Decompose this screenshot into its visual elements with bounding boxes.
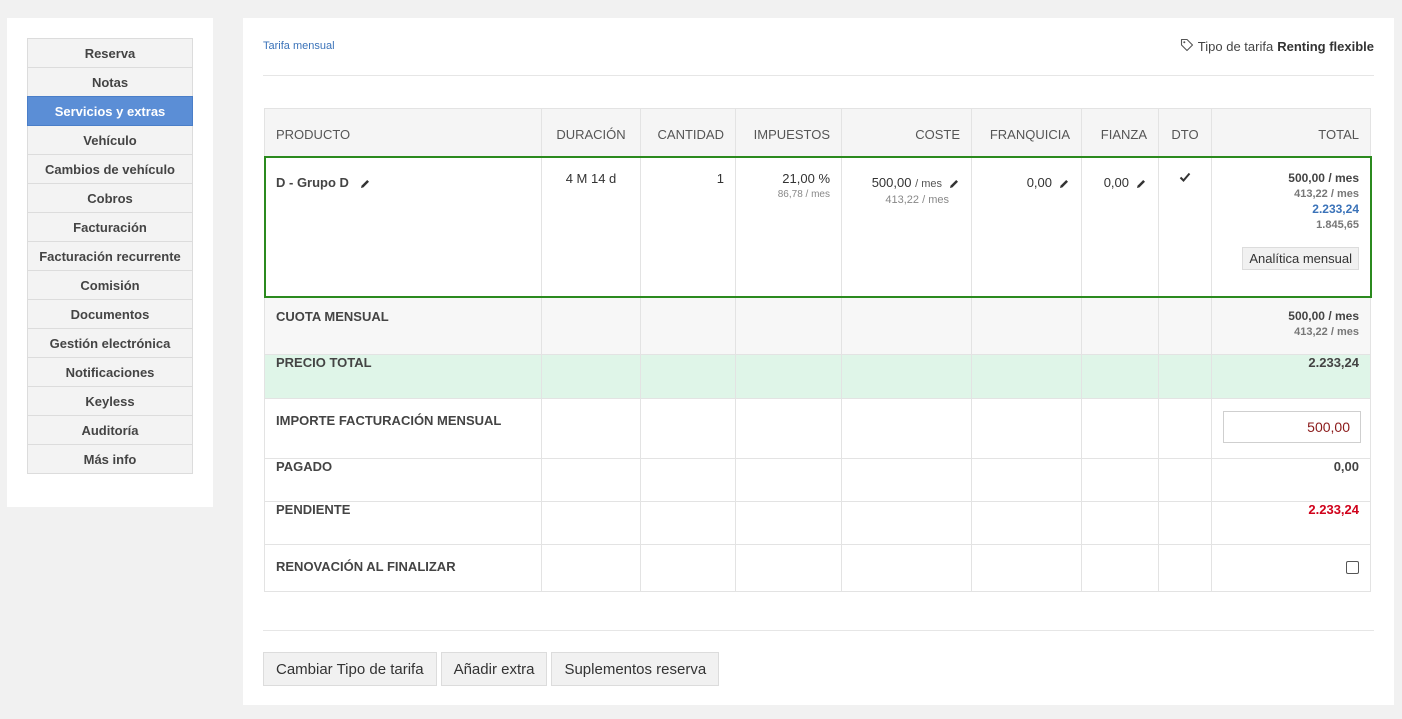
analitica-mensual-button[interactable]: Analítica mensual xyxy=(1242,247,1359,270)
cambiar-tipo-tarifa-button[interactable]: Cambiar Tipo de tarifa xyxy=(263,652,437,686)
sidebar-item-facturacion-recurrente[interactable]: Facturación recurrente xyxy=(27,241,193,271)
col-cantidad: CANTIDAD xyxy=(640,108,736,157)
col-producto: PRODUCTO xyxy=(264,108,542,157)
col-duracion: DURACIÓN xyxy=(541,108,641,157)
precio-total-value: 2.233,24 xyxy=(1211,354,1371,399)
sidebar-item-documentos[interactable]: Documentos xyxy=(27,299,193,329)
coste-cell: 500,00 / mes 413,22 / mes xyxy=(841,156,972,297)
col-dto: DTO xyxy=(1158,108,1212,157)
impuestos-per-mes: / mes xyxy=(805,189,830,200)
fianza-cell: 0,00 xyxy=(1081,156,1159,297)
pendiente-row: PENDIENTE 2.233,24 xyxy=(264,501,1371,545)
fianza-value: 0,00 xyxy=(1103,175,1129,190)
table-header: PRODUCTO DURACIÓN CANTIDAD IMPUESTOS COS… xyxy=(264,108,1371,157)
sidebar-item-auditoria[interactable]: Auditoría xyxy=(27,415,193,445)
tipo-tarifa-label: Tipo de tarifa xyxy=(1197,39,1274,54)
cantidad-cell: 1 xyxy=(640,156,736,297)
sidebar-item-mas-info[interactable]: Más info xyxy=(27,444,193,474)
cuota-label: CUOTA MENSUAL xyxy=(264,296,542,355)
edit-franquicia-pencil-icon[interactable] xyxy=(1058,178,1070,190)
col-franquicia: FRANQUICIA xyxy=(971,108,1082,157)
edit-coste-pencil-icon[interactable] xyxy=(948,178,960,190)
total-monthly-per-mes: / mes xyxy=(1328,171,1359,185)
sidebar-menu: Reserva Notas Servicios y extras Vehícul… xyxy=(27,38,193,474)
sidebar-item-facturacion[interactable]: Facturación xyxy=(27,212,193,242)
importe-facturacion-row: IMPORTE FACTURACIÓN MENSUAL xyxy=(264,398,1371,459)
check-icon[interactable] xyxy=(1179,171,1191,183)
duracion-value: 4 M 14 d xyxy=(565,171,617,186)
impuestos-amount: 86,78 xyxy=(777,189,803,200)
main-panel: Tarifa mensual Tipo de tarifa Renting fl… xyxy=(243,18,1394,705)
impuestos-pct: 21,00 % xyxy=(782,171,830,186)
duracion-cell: 4 M 14 d xyxy=(541,156,641,297)
importe-input[interactable] xyxy=(1223,411,1361,443)
services-table: PRODUCTO DURACIÓN CANTIDAD IMPUESTOS COS… xyxy=(263,108,1372,592)
sidebar-item-keyless[interactable]: Keyless xyxy=(27,386,193,416)
renovacion-label: RENOVACIÓN AL FINALIZAR xyxy=(264,544,542,592)
top-bar: Tarifa mensual Tipo de tarifa Renting fl… xyxy=(263,18,1374,76)
cuota-cell: 500,00 / mes 413,22 / mes xyxy=(1211,296,1371,355)
cuota-base-per-mes: / mes xyxy=(1330,326,1359,338)
action-buttons: Cambiar Tipo de tarifa Añadir extra Supl… xyxy=(263,652,720,686)
anadir-extra-button[interactable]: Añadir extra xyxy=(440,652,548,686)
cuota-value: 500,00 xyxy=(1288,309,1325,323)
tarifa-mensual-link[interactable]: Tarifa mensual xyxy=(263,40,335,52)
product-cell: D - Grupo D xyxy=(264,156,542,297)
total-monthly: 500,00 xyxy=(1288,171,1325,185)
precio-total-label: PRECIO TOTAL xyxy=(264,354,542,399)
bottom-divider xyxy=(263,630,1374,631)
sidebar-item-gestion-electronica[interactable]: Gestión electrónica xyxy=(27,328,193,358)
importe-label: IMPORTE FACTURACIÓN MENSUAL xyxy=(264,398,542,459)
sidebar-item-comision[interactable]: Comisión xyxy=(27,270,193,300)
cantidad-value: 1 xyxy=(716,171,724,186)
sidebar-panel: Reserva Notas Servicios y extras Vehícul… xyxy=(7,18,213,507)
sidebar-item-notificaciones[interactable]: Notificaciones xyxy=(27,357,193,387)
tipo-tarifa-value: Renting flexible xyxy=(1277,39,1374,54)
tag-icon xyxy=(1180,38,1194,55)
sidebar-item-notas[interactable]: Notas xyxy=(27,67,193,97)
product-name: D - Grupo D xyxy=(276,175,349,190)
coste-per-mes: / mes xyxy=(915,178,942,190)
precio-total-row: PRECIO TOTAL 2.233,24 xyxy=(264,354,1371,399)
pagado-row: PAGADO 0,00 xyxy=(264,458,1371,502)
coste-value: 500,00 xyxy=(871,175,912,190)
cuota-per-mes: / mes xyxy=(1328,309,1359,323)
col-impuestos: IMPUESTOS xyxy=(735,108,842,157)
renovacion-cell xyxy=(1211,544,1371,592)
total-cell: 500,00 / mes 413,22 / mes 2.233,24 1.845… xyxy=(1211,156,1371,297)
sidebar-item-cobros[interactable]: Cobros xyxy=(27,183,193,213)
sidebar-item-cambios-vehiculo[interactable]: Cambios de vehículo xyxy=(27,154,193,184)
pagado-value: 0,00 xyxy=(1211,458,1371,502)
sidebar-item-vehiculo[interactable]: Vehículo xyxy=(27,125,193,155)
dto-cell xyxy=(1158,156,1212,297)
col-total: TOTAL xyxy=(1211,108,1371,157)
cuota-base: 413,22 xyxy=(1294,326,1328,338)
cuota-mensual-row: CUOTA MENSUAL 500,00 / mes 413,22 / mes xyxy=(264,296,1371,355)
total-base: 1.845,65 xyxy=(1316,219,1359,231)
coste-base: 413,22 xyxy=(885,194,920,206)
edit-product-pencil-icon[interactable] xyxy=(359,178,371,190)
tipo-tarifa: Tipo de tarifa Renting flexible xyxy=(1180,38,1374,55)
sidebar-item-reserva[interactable]: Reserva xyxy=(27,38,193,68)
franquicia-cell: 0,00 xyxy=(971,156,1082,297)
total-monthly-base: 413,22 xyxy=(1294,188,1328,200)
total-monthly-base-per-mes: / mes xyxy=(1330,188,1359,200)
product-row[interactable]: D - Grupo D 4 M 14 d 1 21,00 % 86,78 / m… xyxy=(263,155,1372,298)
renovacion-checkbox[interactable] xyxy=(1346,561,1359,574)
edit-fianza-pencil-icon[interactable] xyxy=(1135,178,1147,190)
total-value: 2.233,24 xyxy=(1312,202,1359,216)
renovacion-row: RENOVACIÓN AL FINALIZAR xyxy=(264,544,1371,592)
coste-base-per-mes: / mes xyxy=(922,194,949,206)
pagado-label: PAGADO xyxy=(264,458,542,502)
impuestos-cell: 21,00 % 86,78 / mes xyxy=(735,156,842,297)
col-coste: COSTE xyxy=(841,108,972,157)
suplementos-reserva-button[interactable]: Suplementos reserva xyxy=(551,652,720,686)
franquicia-value: 0,00 xyxy=(1026,175,1052,190)
importe-cell xyxy=(1211,398,1371,459)
pendiente-label: PENDIENTE xyxy=(264,501,542,545)
col-fianza: FIANZA xyxy=(1081,108,1159,157)
sidebar-item-servicios-extras[interactable]: Servicios y extras xyxy=(27,96,193,126)
pendiente-value: 2.233,24 xyxy=(1211,501,1371,545)
